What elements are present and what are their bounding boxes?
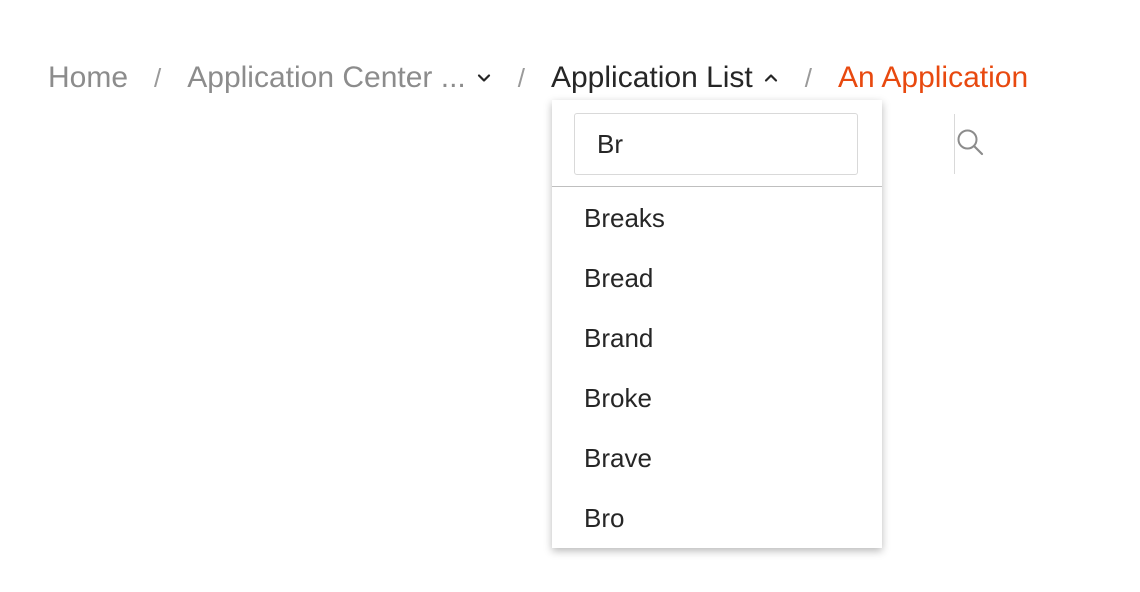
breadcrumb-label[interactable]: Home [48, 61, 128, 95]
breadcrumb-separator: / [804, 62, 813, 93]
search-box [574, 113, 984, 175]
divider [552, 186, 882, 187]
breadcrumb-item-current: An Application [838, 61, 1028, 95]
options-list: Breaks Bread Brand Broke Brave Bro [552, 188, 882, 548]
list-item[interactable]: Bread [552, 248, 882, 308]
search-input[interactable] [575, 114, 954, 174]
breadcrumb-label: An Application [838, 61, 1029, 94]
breadcrumb-label[interactable]: Application Center ... [187, 61, 465, 95]
breadcrumb-label[interactable]: Application List [551, 61, 753, 95]
chevron-down-icon[interactable] [476, 70, 492, 86]
page: Home / Application Center ... / Applicat… [0, 0, 1140, 592]
breadcrumb: Home / Application Center ... / Applicat… [48, 56, 1028, 100]
chevron-up-icon[interactable] [763, 70, 779, 86]
search-icon [955, 127, 985, 162]
breadcrumb-item-application-list[interactable]: Application List [551, 61, 779, 95]
application-list-dropdown: Breaks Bread Brand Broke Brave Bro [552, 100, 984, 548]
list-item[interactable]: Brand [552, 308, 882, 368]
list-item[interactable]: Brave [552, 428, 882, 488]
list-item[interactable]: Broke [552, 368, 882, 428]
list-item[interactable]: Breaks [552, 188, 882, 248]
search-button[interactable] [954, 114, 985, 174]
breadcrumb-item-home[interactable]: Home [48, 61, 128, 95]
breadcrumb-item-application-center[interactable]: Application Center ... [187, 61, 491, 95]
breadcrumb-separator: / [154, 62, 162, 93]
list-item[interactable]: Bro [552, 488, 882, 548]
breadcrumb-separator: / [517, 62, 525, 93]
